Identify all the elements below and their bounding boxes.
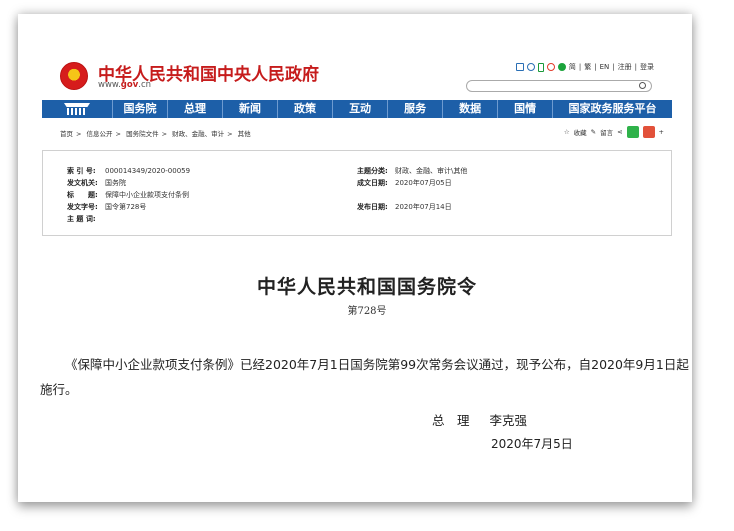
breadcrumb: 首页 > 信息公开 > 国务院文件 > 财政、金融、审计 > 其他 (60, 130, 251, 138)
nav-item-news[interactable]: 新闻 (223, 100, 279, 118)
top-links: 简 | 繁 | EN | 注册 | 登录 (515, 62, 654, 72)
breadcrumb-finance[interactable]: 财政、金融、审计 (172, 130, 224, 138)
wechat-icon[interactable] (557, 63, 566, 71)
nav-item-state-council[interactable]: 国务院 (113, 100, 169, 118)
breadcrumb-info-open[interactable]: 信息公开 (87, 130, 113, 138)
search-icon[interactable] (639, 82, 646, 89)
info-title: 标 题: 保障中小企业款项支付条例 (67, 191, 189, 199)
mobile-icon[interactable] (526, 63, 535, 71)
info-written-date: 成文日期: 2020年07月05日 (357, 179, 452, 187)
signature-role: 总 理 (432, 413, 470, 428)
breadcrumb-bar: 首页 > 信息公开 > 国务院文件 > 财政、金融、审计 > 其他 ☆ 收藏 ✎ 留言 … (42, 126, 672, 138)
breadcrumb-other[interactable]: 其他 (238, 130, 251, 138)
document-body: 《保障中小企业款项支付条例》已经2020年7月1日国务院第99次常务会议通过，现… (40, 357, 689, 397)
breadcrumb-documents[interactable]: 国务院文件 (126, 130, 159, 138)
info-subject: 主 题 词: (67, 215, 96, 223)
document-info-table: 索 引 号: 000014349/2020-00059 主题分类: 财政、金融、审计… (42, 150, 672, 236)
star-icon[interactable]: ☆ (564, 128, 570, 136)
document-number: 第728号 (347, 306, 387, 317)
phone-icon[interactable] (537, 62, 544, 72)
nav-item-policy[interactable]: 政策 (278, 100, 334, 118)
tiananmen-icon (64, 103, 90, 115)
mail-icon[interactable] (515, 63, 524, 71)
weibo-icon[interactable] (546, 63, 555, 71)
info-index: 索 引 号: 000014349/2020-00059 (67, 167, 191, 175)
search-input[interactable] (466, 80, 652, 92)
wechat-share-icon[interactable] (626, 126, 639, 138)
pen-icon[interactable]: ✎ (591, 128, 596, 136)
national-emblem-icon[interactable] (60, 62, 88, 90)
nav-home[interactable] (42, 100, 113, 118)
info-publish-date: 发布日期: 2020年07月14日 (357, 203, 452, 211)
nav-item-service[interactable]: 服务 (388, 100, 444, 118)
info-issuer: 发文机关: 国务院 (67, 179, 126, 187)
nav-item-interact[interactable]: 互动 (333, 100, 389, 118)
signature: 总 理 李克强 (432, 410, 547, 429)
info-category: 主题分类: 财政、金融、审计\其他 (357, 167, 468, 175)
signature-name: 李克强 (489, 413, 528, 428)
document-title: 中华人民共和国国务院令 (256, 276, 477, 298)
message-link[interactable]: 留言 (600, 127, 613, 137)
nav-item-national-info[interactable]: 国情 (498, 100, 554, 118)
link-english[interactable]: EN (600, 63, 610, 71)
link-login[interactable]: 登录 (640, 62, 654, 72)
nav-item-service-platform[interactable]: 国家政务服务平台 (553, 100, 672, 118)
site-header: 中华人民共和国中央人民政府 www.gov.cn 简 | 繁 | EN | 注册 | 登… (42, 46, 672, 100)
plus-icon[interactable]: + (659, 128, 664, 136)
link-traditional[interactable]: 繁 (584, 62, 591, 72)
breadcrumb-home[interactable]: 首页 (60, 130, 73, 138)
info-docno: 发文字号: 国令第728号 (67, 203, 147, 211)
nav-item-data[interactable]: 数据 (443, 100, 499, 118)
share-bar: ☆ 收藏 ✎ 留言 ⋖ + (564, 126, 664, 138)
site-url[interactable]: www.gov.cn (98, 80, 151, 90)
main-nav: 国务院 总理 新闻 政策 互动 服务 数据 国情 国家政务服务平台 (42, 100, 672, 118)
link-register[interactable]: 注册 (618, 62, 632, 72)
favorite-link[interactable]: 收藏 (574, 127, 587, 137)
nav-item-premier[interactable]: 总理 (168, 100, 224, 118)
link-simplified[interactable]: 简 (569, 62, 576, 72)
share-icon[interactable]: ⋖ (617, 128, 622, 136)
weibo-share-icon[interactable] (642, 126, 655, 138)
document-date: 2020年7月5日 (491, 437, 573, 451)
